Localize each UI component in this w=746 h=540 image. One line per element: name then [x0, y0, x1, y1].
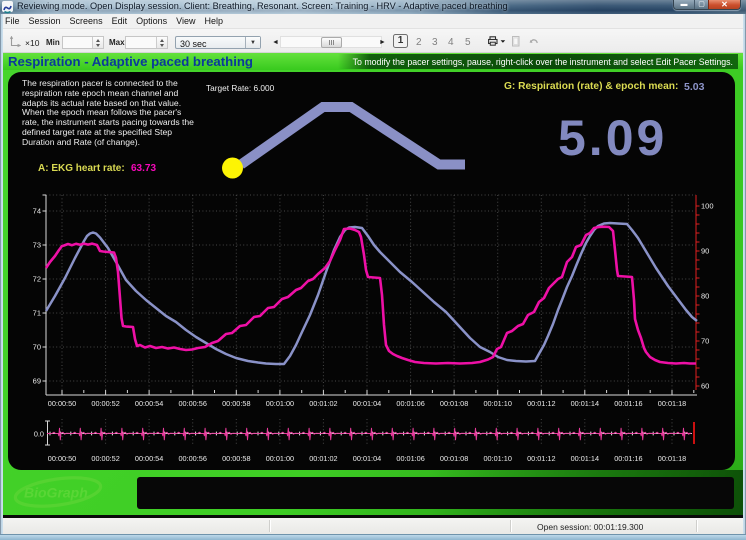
svg-text:00:00:54: 00:00:54 [135, 454, 163, 463]
svg-text:00:01:06: 00:01:06 [396, 454, 424, 463]
svg-text:00:01:14: 00:01:14 [571, 454, 599, 463]
svg-text:00:00:56: 00:00:56 [178, 399, 206, 408]
svg-text:00:00:52: 00:00:52 [91, 454, 119, 463]
svg-text:90: 90 [701, 247, 709, 256]
svg-text:00:01:10: 00:01:10 [483, 454, 511, 463]
svg-text:00:01:00: 00:01:00 [266, 399, 294, 408]
svg-text:00:00:56: 00:00:56 [178, 454, 206, 463]
svg-text:00:01:18: 00:01:18 [658, 399, 686, 408]
svg-text:00:00:58: 00:00:58 [222, 399, 250, 408]
svg-text:BioGraph: BioGraph [24, 485, 88, 501]
svg-text:73: 73 [33, 241, 41, 250]
svg-text:00:00:54: 00:00:54 [135, 399, 163, 408]
svg-text:00:00:52: 00:00:52 [91, 399, 119, 408]
svg-text:70: 70 [701, 337, 709, 346]
svg-text:71: 71 [33, 309, 41, 318]
svg-text:00:01:02: 00:01:02 [309, 399, 337, 408]
svg-text:00:01:08: 00:01:08 [440, 454, 468, 463]
svg-text:00:01:02: 00:01:02 [309, 454, 337, 463]
svg-text:74: 74 [33, 207, 41, 216]
svg-text:70: 70 [33, 343, 41, 352]
svg-text:00:01:12: 00:01:12 [527, 454, 555, 463]
svg-text:100: 100 [701, 202, 714, 211]
svg-text:00:01:00: 00:01:00 [266, 454, 294, 463]
svg-text:00:01:14: 00:01:14 [571, 399, 599, 408]
svg-text:00:01:08: 00:01:08 [440, 399, 468, 408]
svg-text:00:01:16: 00:01:16 [614, 454, 642, 463]
svg-text:00:00:50: 00:00:50 [48, 454, 76, 463]
svg-text:00:01:16: 00:01:16 [614, 399, 642, 408]
svg-text:72: 72 [33, 275, 41, 284]
svg-text:00:00:58: 00:00:58 [222, 454, 250, 463]
svg-text:00:01:10: 00:01:10 [483, 399, 511, 408]
svg-text:0.0: 0.0 [34, 430, 44, 439]
svg-text:00:01:04: 00:01:04 [353, 399, 381, 408]
svg-text:00:01:06: 00:01:06 [396, 399, 424, 408]
svg-text:00:01:12: 00:01:12 [527, 399, 555, 408]
svg-text:60: 60 [701, 382, 709, 391]
svg-text:00:01:18: 00:01:18 [658, 454, 686, 463]
svg-text:00:01:04: 00:01:04 [353, 454, 381, 463]
svg-text:69: 69 [33, 377, 41, 386]
svg-text:80: 80 [701, 292, 709, 301]
svg-text:00:00:50: 00:00:50 [48, 399, 76, 408]
